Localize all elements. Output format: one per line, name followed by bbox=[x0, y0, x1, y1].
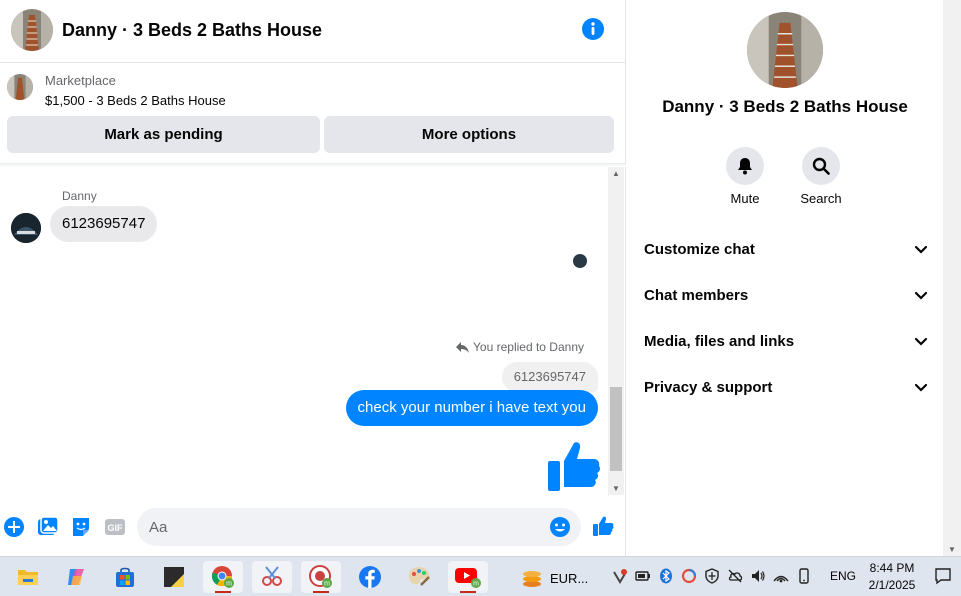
notification-icon[interactable] bbox=[934, 567, 952, 585]
mark-as-pending-button[interactable]: Mark as pending bbox=[7, 116, 320, 153]
emoji-icon[interactable] bbox=[549, 516, 571, 538]
section-label: Chat members bbox=[644, 286, 749, 304]
conversation-avatar[interactable] bbox=[11, 9, 53, 51]
wifi-icon[interactable] bbox=[773, 568, 789, 584]
message-input[interactable] bbox=[149, 508, 549, 546]
bluetooth-icon[interactable] bbox=[658, 568, 674, 584]
scroll-down-icon[interactable]: ▼ bbox=[948, 545, 956, 554]
message-thread[interactable]: Danny 6123695747 You replied to Danny 61… bbox=[0, 167, 608, 495]
svg-text:m: m bbox=[324, 581, 330, 588]
active-indicator bbox=[460, 591, 476, 593]
photo-icon[interactable] bbox=[37, 516, 59, 538]
section-customize-chat[interactable]: Customize chat bbox=[644, 234, 928, 264]
facebook-icon[interactable] bbox=[350, 561, 390, 593]
chat-header: Danny · 3 Beds 2 Baths House bbox=[0, 0, 626, 63]
chat-pane: Danny · 3 Beds 2 Baths House Marketplace… bbox=[0, 0, 626, 556]
sync-icon[interactable] bbox=[681, 568, 697, 584]
mute-label: Mute bbox=[730, 191, 760, 206]
active-indicator bbox=[215, 591, 231, 593]
svg-text:m: m bbox=[473, 581, 479, 588]
marketplace-banner: Marketplace $1,500 - 3 Beds 2 Baths Hous… bbox=[0, 63, 626, 163]
phone-link-icon[interactable] bbox=[796, 568, 812, 584]
volume-icon[interactable] bbox=[750, 568, 766, 584]
marketplace-label: Marketplace bbox=[45, 73, 116, 88]
chevron-down-icon bbox=[914, 291, 928, 300]
search-action[interactable]: Search bbox=[791, 147, 851, 206]
section-label: Privacy & support bbox=[644, 378, 773, 396]
currency-icon bbox=[523, 571, 541, 587]
section-chat-members[interactable]: Chat members bbox=[644, 280, 928, 310]
conversation-title[interactable]: Danny · 3 Beds 2 Baths House bbox=[62, 20, 322, 41]
weather-widget[interactable]: EUR... bbox=[520, 567, 588, 589]
section-media-files-links[interactable]: Media, files and links bbox=[644, 326, 928, 356]
mute-action[interactable]: Mute bbox=[715, 147, 775, 206]
thread-scrollbar[interactable]: ▲ ▼ bbox=[608, 167, 624, 495]
snipping-tool-icon[interactable] bbox=[252, 561, 292, 593]
battery-icon[interactable] bbox=[635, 568, 651, 584]
sender-avatar[interactable] bbox=[11, 213, 41, 243]
input-language[interactable]: ENG bbox=[830, 569, 856, 583]
youtube-icon[interactable]: m bbox=[448, 561, 488, 593]
copilot-icon[interactable] bbox=[56, 561, 96, 593]
system-tray bbox=[612, 568, 812, 584]
conversation-info-panel: Danny · 3 Beds 2 Baths House Mute Search… bbox=[627, 0, 943, 556]
chrome-profile-icon[interactable]: m bbox=[301, 561, 341, 593]
listing-title[interactable]: $1,500 - 3 Beds 2 Baths House bbox=[45, 93, 226, 108]
section-privacy-support[interactable]: Privacy & support bbox=[644, 372, 928, 402]
sticker-icon[interactable] bbox=[70, 516, 92, 538]
clock-date: 2/1/2025 bbox=[868, 578, 916, 592]
security-shield-icon[interactable] bbox=[704, 568, 720, 584]
file-explorer-icon[interactable] bbox=[8, 561, 48, 593]
onedrive-offline-icon[interactable] bbox=[727, 568, 743, 584]
search-icon[interactable] bbox=[802, 147, 840, 185]
chevron-down-icon bbox=[914, 337, 928, 346]
outgoing-message[interactable]: check your number i have text you bbox=[345, 390, 598, 426]
quoted-message[interactable]: 6123695747 bbox=[501, 362, 598, 392]
info-avatar[interactable] bbox=[747, 12, 823, 88]
thumbs-up-icon[interactable] bbox=[546, 439, 600, 493]
app-alert-icon[interactable] bbox=[612, 568, 628, 584]
section-label: Customize chat bbox=[644, 240, 755, 258]
sender-name: Danny bbox=[62, 189, 97, 203]
listing-thumbnail[interactable] bbox=[7, 74, 33, 100]
windows-taskbar: m m m EUR... ENG 8:44 PM 2/1/2025 bbox=[0, 556, 961, 596]
svg-text:m: m bbox=[226, 581, 232, 588]
reply-label: You replied to Danny bbox=[473, 340, 584, 354]
paint-icon[interactable] bbox=[399, 561, 439, 593]
scroll-down-icon[interactable]: ▼ bbox=[612, 484, 620, 493]
chevron-down-icon bbox=[914, 245, 928, 254]
send-like-icon[interactable] bbox=[592, 515, 614, 537]
plus-circle-icon[interactable] bbox=[3, 516, 25, 538]
microsoft-store-icon[interactable] bbox=[105, 561, 145, 593]
incoming-message[interactable]: 6123695747 bbox=[50, 206, 158, 242]
more-options-button[interactable]: More options bbox=[324, 116, 614, 153]
chevron-down-icon bbox=[914, 383, 928, 392]
search-label: Search bbox=[800, 191, 842, 206]
svg-text:GIF: GIF bbox=[108, 523, 124, 533]
gif-icon[interactable]: GIF bbox=[104, 516, 126, 538]
reply-indicator: You replied to Danny bbox=[456, 340, 584, 354]
clock-time: 8:44 PM bbox=[869, 561, 915, 575]
bell-icon[interactable] bbox=[726, 147, 764, 185]
weather-text: EUR... bbox=[550, 570, 589, 586]
section-label: Media, files and links bbox=[644, 332, 795, 350]
clock[interactable]: 8:44 PM 2/1/2025 bbox=[864, 560, 920, 594]
chrome-icon[interactable]: m bbox=[203, 561, 243, 593]
info-icon[interactable] bbox=[582, 18, 604, 40]
info-title: Danny · 3 Beds 2 Baths House bbox=[662, 97, 908, 116]
active-indicator bbox=[313, 591, 329, 593]
read-receipt-avatar bbox=[573, 254, 587, 268]
sticky-notes-icon[interactable] bbox=[154, 561, 194, 593]
scroll-thumb[interactable] bbox=[610, 387, 622, 471]
message-input-wrapper bbox=[137, 508, 581, 546]
messenger-window: Danny · 3 Beds 2 Baths House Marketplace… bbox=[0, 0, 961, 596]
composer-bar: GIF bbox=[0, 505, 626, 550]
page-scrollbar[interactable]: ▼ bbox=[943, 0, 961, 556]
reply-icon bbox=[456, 342, 470, 353]
scroll-up-icon[interactable]: ▲ bbox=[612, 169, 620, 178]
